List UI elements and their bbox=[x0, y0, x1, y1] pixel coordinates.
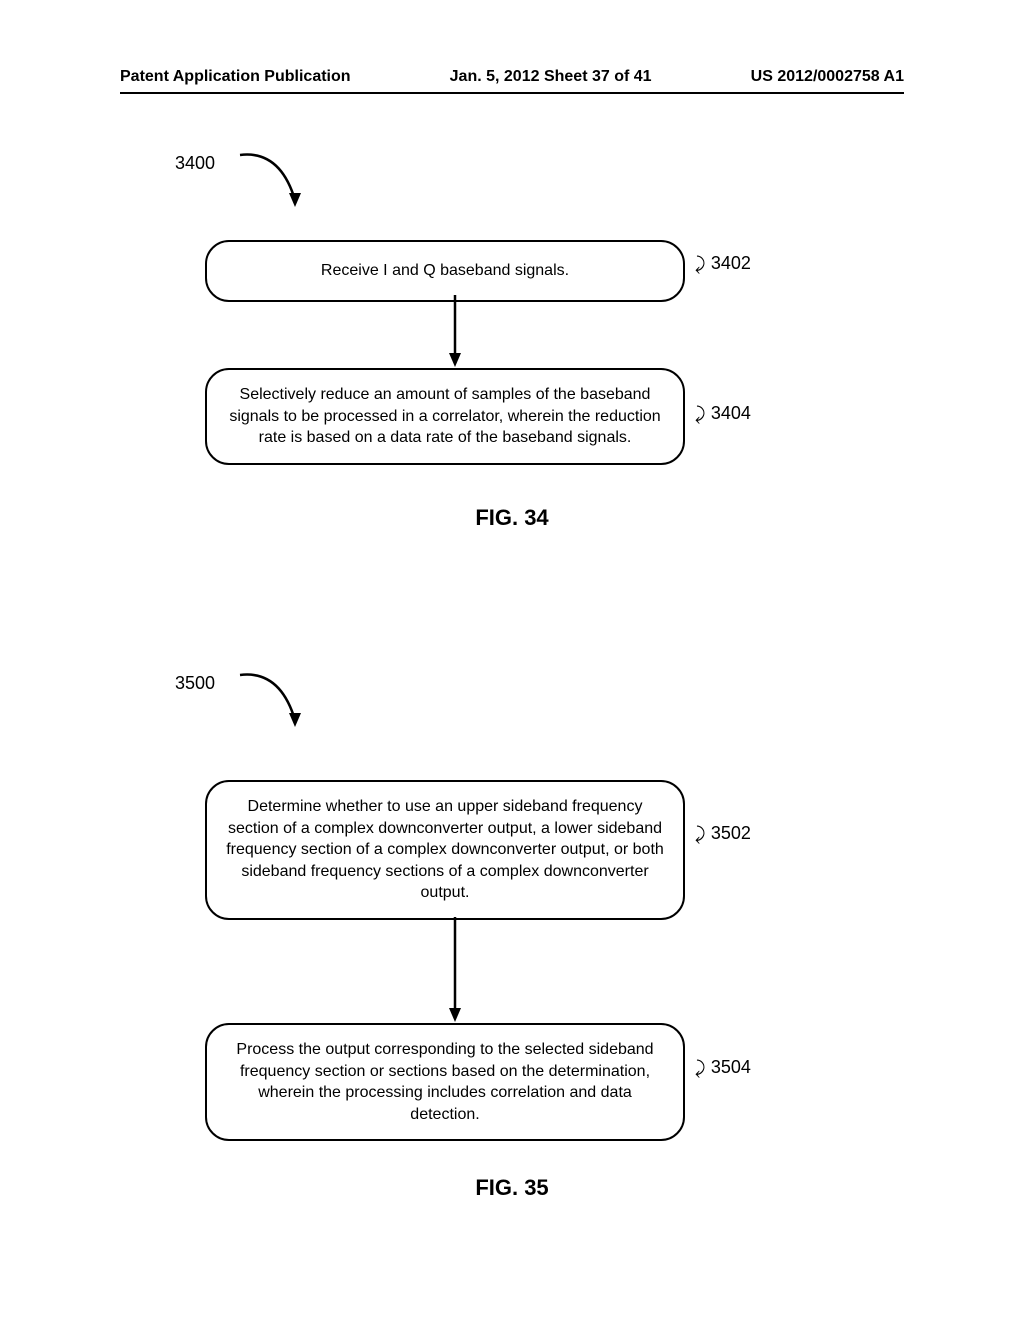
step-label-3502: ⤹ 3502 bbox=[695, 823, 751, 845]
hook-icon: ⤹ bbox=[695, 824, 706, 845]
step-text: Selectively reduce an amount of samples … bbox=[229, 386, 660, 446]
header-center: Jan. 5, 2012 Sheet 37 of 41 bbox=[450, 68, 652, 86]
step-label-3402: ⤹ 3402 bbox=[695, 253, 751, 275]
step-text: Process the output corresponding to the … bbox=[236, 1041, 653, 1123]
figure-caption: FIG. 35 bbox=[0, 1175, 1024, 1201]
curved-arrow-icon bbox=[235, 145, 315, 215]
curved-arrow-icon bbox=[235, 665, 315, 735]
ref-number: 3400 bbox=[175, 153, 215, 174]
step-text: Receive I and Q baseband signals. bbox=[321, 262, 569, 279]
ref-number: 3500 bbox=[175, 673, 215, 694]
hook-icon: ⤹ bbox=[695, 254, 706, 275]
step-label-3404: ⤹ 3404 bbox=[695, 403, 751, 425]
step-text: Determine whether to use an upper sideba… bbox=[226, 798, 664, 901]
header-rule bbox=[120, 92, 904, 94]
connector-arrow-icon bbox=[445, 295, 465, 370]
flowchart-step-3502: Determine whether to use an upper sideba… bbox=[205, 780, 685, 920]
flowchart-step-3504: Process the output corresponding to the … bbox=[205, 1023, 685, 1141]
figure-caption: FIG. 34 bbox=[0, 505, 1024, 531]
flowchart-step-3404: Selectively reduce an amount of samples … bbox=[205, 368, 685, 465]
page-header: Patent Application Publication Jan. 5, 2… bbox=[0, 68, 1024, 86]
header-right: US 2012/0002758 A1 bbox=[751, 68, 904, 86]
flowchart-step-3402: Receive I and Q baseband signals. bbox=[205, 240, 685, 302]
label-text: 3502 bbox=[711, 823, 751, 843]
hook-icon: ⤹ bbox=[695, 1058, 706, 1079]
label-text: 3504 bbox=[711, 1057, 751, 1077]
label-text: 3402 bbox=[711, 253, 751, 273]
label-text: 3404 bbox=[711, 403, 751, 423]
header-left: Patent Application Publication bbox=[120, 68, 351, 86]
step-label-3504: ⤹ 3504 bbox=[695, 1057, 751, 1079]
hook-icon: ⤹ bbox=[695, 404, 706, 425]
connector-arrow-icon bbox=[445, 917, 465, 1025]
